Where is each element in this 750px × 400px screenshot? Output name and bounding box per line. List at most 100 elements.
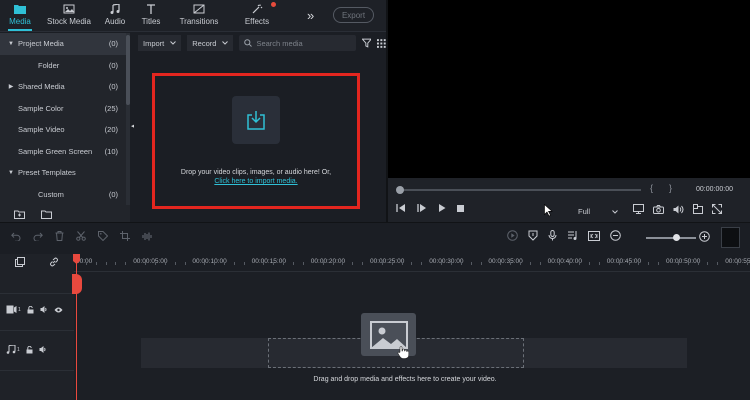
track-separator	[0, 330, 74, 331]
redo-icon[interactable]	[33, 232, 43, 241]
library-scrollbar[interactable]	[126, 33, 130, 205]
library-item-label: Sample Video	[18, 125, 65, 135]
tab-effects-label: Effects	[244, 17, 270, 26]
ruler-tick-mark	[145, 262, 147, 265]
snapshot-camera-icon[interactable]	[653, 204, 664, 214]
expand-down-icon[interactable]: ▼	[4, 41, 18, 47]
ruler-tick-mark	[352, 262, 354, 265]
timeline-drop-instructions: Drag and drop media and effects here to …	[313, 376, 497, 383]
mark-in-brace[interactable]: {	[650, 183, 653, 193]
zoom-slider-handle[interactable]	[673, 234, 680, 241]
audio-mixer-icon[interactable]	[567, 230, 578, 241]
ruler-tick-mark	[184, 262, 186, 265]
zoom-out-icon[interactable]	[610, 230, 621, 241]
import-dropdown[interactable]: Import	[138, 35, 182, 51]
stock-media-icon	[63, 4, 75, 14]
export-button[interactable]: Export	[333, 7, 374, 23]
tab-stock-media[interactable]: Stock Media	[40, 0, 98, 31]
ruler-tick-mark	[450, 262, 452, 265]
library-item-label: Shared Media	[18, 82, 65, 92]
scrubber-handle[interactable]	[396, 186, 404, 194]
render-preview-icon[interactable]	[507, 230, 518, 241]
zoom-slider[interactable]	[646, 237, 696, 239]
volume-icon[interactable]	[673, 205, 684, 214]
tab-titles[interactable]: Titles	[132, 0, 170, 31]
play-frame-icon[interactable]	[417, 204, 427, 212]
library-sidebar: ▼ Project Media (0) Folder (0) ▶ Shared …	[0, 33, 126, 205]
library-item-custom[interactable]: Custom (0)	[0, 184, 126, 206]
more-tabs-chevron-icon[interactable]: »	[307, 8, 314, 23]
new-folder-icon[interactable]	[14, 210, 25, 219]
import-drop-zone[interactable]: Drop your video clips, images, or audio …	[152, 73, 360, 209]
volume-icon[interactable]	[39, 346, 47, 353]
library-item-shared-media[interactable]: ▶ Shared Media (0)	[0, 76, 126, 98]
ruler-tick-mark	[204, 262, 206, 265]
library-item-folder[interactable]: Folder (0)	[0, 55, 126, 77]
ruler-tick-mark	[658, 262, 660, 265]
tab-transitions[interactable]: Transitions	[170, 0, 228, 31]
ruler-tick-mark	[500, 262, 502, 265]
cut-scissors-icon[interactable]	[76, 231, 86, 241]
lock-icon[interactable]	[26, 345, 33, 354]
ruler-tick-mark	[381, 262, 383, 265]
ruler-tick-mark	[293, 262, 295, 265]
audio-waveform-icon[interactable]	[142, 232, 153, 241]
quality-dropdown[interactable]: Full	[578, 207, 618, 216]
grid-view-icon[interactable]	[377, 38, 386, 48]
record-dropdown[interactable]: Record	[187, 35, 234, 51]
library-item-sample-green-screen[interactable]: Sample Green Screen (10)	[0, 141, 126, 163]
ruler-tick-mark	[746, 262, 748, 265]
filter-icon[interactable]	[361, 38, 372, 48]
volume-icon[interactable]	[40, 306, 48, 313]
zoom-in-icon[interactable]	[699, 231, 710, 242]
tab-audio[interactable]: Audio	[98, 0, 132, 31]
add-track-icon[interactable]	[15, 257, 25, 267]
mark-out-brace[interactable]: }	[669, 183, 672, 193]
monitor-icon[interactable]	[633, 204, 644, 214]
stop-icon[interactable]	[457, 204, 464, 212]
folder-outline-icon[interactable]	[41, 210, 52, 219]
detach-box-icon[interactable]	[588, 230, 600, 241]
library-item-count: (25)	[104, 103, 118, 113]
ruler-tick-mark	[302, 262, 304, 265]
ruler-tick-mark	[154, 262, 156, 265]
eye-icon[interactable]	[54, 307, 63, 313]
import-media-link[interactable]: Click here to import media.	[214, 178, 297, 185]
playhead-handle[interactable]	[72, 274, 82, 294]
tag-icon[interactable]	[98, 231, 108, 241]
expand-down-icon[interactable]: ▼	[4, 170, 18, 176]
import-icon-tile[interactable]	[232, 96, 280, 144]
preview-tools	[633, 204, 722, 214]
lock-icon[interactable]	[27, 305, 34, 314]
image-placeholder-icon	[369, 320, 408, 349]
library-item-sample-video[interactable]: Sample Video (20)	[0, 119, 126, 141]
delete-trash-icon[interactable]	[55, 231, 64, 241]
timeline-thumbnail[interactable]	[721, 227, 740, 248]
link-chain-icon[interactable]	[49, 257, 59, 267]
crop-icon[interactable]	[120, 231, 130, 241]
play-icon[interactable]	[438, 204, 446, 212]
preview-scrubber[interactable]	[399, 189, 641, 191]
ruler-tick-mark	[164, 262, 166, 265]
import-label: Import	[143, 38, 165, 48]
undo-icon[interactable]	[11, 232, 21, 241]
library-item-sample-color[interactable]: Sample Color (25)	[0, 98, 126, 120]
fullscreen-icon[interactable]	[712, 204, 722, 214]
search-input[interactable]: Search media	[239, 35, 356, 51]
pip-layout-icon[interactable]	[693, 204, 703, 214]
ruler-tick-mark	[707, 262, 709, 265]
tab-effects[interactable]: Effects	[228, 0, 286, 31]
editor-window: Media Stock Media Audio Titles Transitio…	[0, 0, 750, 400]
tab-media[interactable]: Media	[0, 0, 40, 31]
microphone-icon[interactable]	[548, 230, 557, 241]
ruler-tick-mark	[579, 262, 581, 265]
ruler-tick-mark	[105, 262, 107, 265]
marker-shield-icon[interactable]	[528, 230, 538, 241]
scrollbar-thumb[interactable]	[126, 35, 130, 105]
import-instructions: Drop your video clips, images, or audio …	[180, 169, 332, 176]
library-item-project-media[interactable]: ▼ Project Media (0)	[0, 33, 126, 55]
ruler-tick-mark	[342, 262, 344, 265]
expand-right-icon[interactable]: ▶	[4, 83, 18, 90]
step-back-icon[interactable]	[396, 204, 406, 212]
library-item-preset-templates[interactable]: ▼ Preset Templates	[0, 162, 126, 184]
